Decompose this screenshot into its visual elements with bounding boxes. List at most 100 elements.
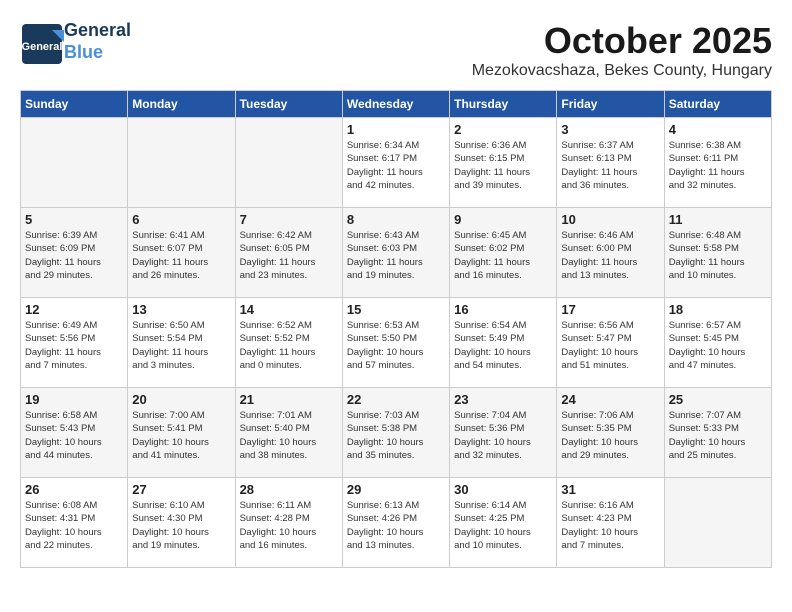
- day-number: 7: [240, 212, 338, 227]
- day-number: 25: [669, 392, 767, 407]
- calendar-cell: 18 Sunrise: 6:57 AM Sunset: 5:45 PM Dayli…: [664, 298, 771, 388]
- day-info: Sunrise: 7:07 AM Sunset: 5:33 PM Dayligh…: [669, 409, 767, 462]
- day-info: Sunrise: 6:38 AM Sunset: 6:11 PM Dayligh…: [669, 139, 767, 192]
- day-number: 14: [240, 302, 338, 317]
- calendar-cell: 21 Sunrise: 7:01 AM Sunset: 5:40 PM Dayli…: [235, 388, 342, 478]
- calendar-cell: 29 Sunrise: 6:13 AM Sunset: 4:26 PM Dayli…: [342, 478, 449, 568]
- day-info: Sunrise: 6:13 AM Sunset: 4:26 PM Dayligh…: [347, 499, 445, 552]
- calendar-cell: [235, 118, 342, 208]
- day-number: 30: [454, 482, 552, 497]
- logo: General General Blue: [20, 20, 131, 63]
- logo-text: General Blue: [64, 20, 131, 63]
- calendar-cell: 7 Sunrise: 6:42 AM Sunset: 6:05 PM Daylig…: [235, 208, 342, 298]
- day-number: 18: [669, 302, 767, 317]
- day-number: 15: [347, 302, 445, 317]
- day-header-saturday: Saturday: [664, 91, 771, 118]
- day-number: 27: [132, 482, 230, 497]
- day-number: 11: [669, 212, 767, 227]
- calendar-cell: [128, 118, 235, 208]
- calendar-cell: 2Sunrise: 6:36 AM Sunset: 6:15 PM Daylig…: [450, 118, 557, 208]
- day-number: 20: [132, 392, 230, 407]
- day-header-sunday: Sunday: [21, 91, 128, 118]
- calendar-cell: 19 Sunrise: 6:58 AM Sunset: 5:43 PM Dayli…: [21, 388, 128, 478]
- day-number: 29: [347, 482, 445, 497]
- page-header: General General Blue October 2025 Mezoko…: [20, 20, 772, 80]
- day-info: Sunrise: 6:56 AM Sunset: 5:47 PM Dayligh…: [561, 319, 659, 372]
- day-info: Sunrise: 6:50 AM Sunset: 5:54 PM Dayligh…: [132, 319, 230, 372]
- day-info: Sunrise: 6:37 AM Sunset: 6:13 PM Dayligh…: [561, 139, 659, 192]
- day-info: Sunrise: 6:48 AM Sunset: 5:58 PM Dayligh…: [669, 229, 767, 282]
- day-info: Sunrise: 6:53 AM Sunset: 5:50 PM Dayligh…: [347, 319, 445, 372]
- day-number: 5: [25, 212, 123, 227]
- calendar-cell: 3 Sunrise: 6:37 AM Sunset: 6:13 PM Daylig…: [557, 118, 664, 208]
- day-number: 26: [25, 482, 123, 497]
- calendar-week-row: 1 Sunrise: 6:34 AM Sunset: 6:17 PM Daylig…: [21, 118, 772, 208]
- calendar-week-row: 5Sunrise: 6:39 AM Sunset: 6:09 PM Daylig…: [21, 208, 772, 298]
- calendar-cell: 10 Sunrise: 6:46 AM Sunset: 6:00 PM Dayli…: [557, 208, 664, 298]
- day-number: 16: [454, 302, 552, 317]
- calendar-cell: 14Sunrise: 6:52 AM Sunset: 5:52 PM Dayli…: [235, 298, 342, 388]
- day-info: Sunrise: 6:58 AM Sunset: 5:43 PM Dayligh…: [25, 409, 123, 462]
- logo-icon: General: [20, 22, 60, 62]
- calendar-cell: 1 Sunrise: 6:34 AM Sunset: 6:17 PM Daylig…: [342, 118, 449, 208]
- day-info: Sunrise: 7:04 AM Sunset: 5:36 PM Dayligh…: [454, 409, 552, 462]
- day-info: Sunrise: 6:43 AM Sunset: 6:03 PM Dayligh…: [347, 229, 445, 282]
- day-number: 10: [561, 212, 659, 227]
- calendar-cell: 24 Sunrise: 7:06 AM Sunset: 5:35 PM Dayli…: [557, 388, 664, 478]
- calendar-week-row: 26 Sunrise: 6:08 AM Sunset: 4:31 PM Dayli…: [21, 478, 772, 568]
- day-info: Sunrise: 6:08 AM Sunset: 4:31 PM Dayligh…: [25, 499, 123, 552]
- calendar-cell: 11 Sunrise: 6:48 AM Sunset: 5:58 PM Dayli…: [664, 208, 771, 298]
- calendar-cell: 25 Sunrise: 7:07 AM Sunset: 5:33 PM Dayli…: [664, 388, 771, 478]
- day-info: Sunrise: 6:16 AM Sunset: 4:23 PM Dayligh…: [561, 499, 659, 552]
- day-info: Sunrise: 7:06 AM Sunset: 5:35 PM Dayligh…: [561, 409, 659, 462]
- month-title: October 2025: [472, 20, 772, 62]
- day-info: Sunrise: 6:14 AM Sunset: 4:25 PM Dayligh…: [454, 499, 552, 552]
- calendar-cell: 27 Sunrise: 6:10 AM Sunset: 4:30 PM Dayli…: [128, 478, 235, 568]
- day-number: 22: [347, 392, 445, 407]
- day-info: Sunrise: 6:57 AM Sunset: 5:45 PM Dayligh…: [669, 319, 767, 372]
- calendar-week-row: 19 Sunrise: 6:58 AM Sunset: 5:43 PM Dayli…: [21, 388, 772, 478]
- calendar-table: SundayMondayTuesdayWednesdayThursdayFrid…: [20, 90, 772, 568]
- calendar-cell: 15 Sunrise: 6:53 AM Sunset: 5:50 PM Dayli…: [342, 298, 449, 388]
- day-info: Sunrise: 6:46 AM Sunset: 6:00 PM Dayligh…: [561, 229, 659, 282]
- day-info: Sunrise: 6:34 AM Sunset: 6:17 PM Dayligh…: [347, 139, 445, 192]
- calendar-cell: 13 Sunrise: 6:50 AM Sunset: 5:54 PM Dayli…: [128, 298, 235, 388]
- calendar-cell: 8Sunrise: 6:43 AM Sunset: 6:03 PM Daylig…: [342, 208, 449, 298]
- day-info: Sunrise: 7:00 AM Sunset: 5:41 PM Dayligh…: [132, 409, 230, 462]
- calendar-cell: 4Sunrise: 6:38 AM Sunset: 6:11 PM Daylig…: [664, 118, 771, 208]
- title-block: October 2025 Mezokovacshaza, Bekes Count…: [472, 20, 772, 80]
- day-number: 3: [561, 122, 659, 137]
- day-number: 24: [561, 392, 659, 407]
- day-header-friday: Friday: [557, 91, 664, 118]
- day-info: Sunrise: 6:10 AM Sunset: 4:30 PM Dayligh…: [132, 499, 230, 552]
- calendar-cell: 12Sunrise: 6:49 AM Sunset: 5:56 PM Dayli…: [21, 298, 128, 388]
- day-info: Sunrise: 6:36 AM Sunset: 6:15 PM Dayligh…: [454, 139, 552, 192]
- day-number: 17: [561, 302, 659, 317]
- day-number: 1: [347, 122, 445, 137]
- day-info: Sunrise: 6:42 AM Sunset: 6:05 PM Dayligh…: [240, 229, 338, 282]
- day-number: 19: [25, 392, 123, 407]
- calendar-cell: 31Sunrise: 6:16 AM Sunset: 4:23 PM Dayli…: [557, 478, 664, 568]
- day-info: Sunrise: 6:45 AM Sunset: 6:02 PM Dayligh…: [454, 229, 552, 282]
- day-header-thursday: Thursday: [450, 91, 557, 118]
- day-info: Sunrise: 7:01 AM Sunset: 5:40 PM Dayligh…: [240, 409, 338, 462]
- day-number: 9: [454, 212, 552, 227]
- svg-text:General: General: [22, 41, 63, 53]
- day-info: Sunrise: 6:41 AM Sunset: 6:07 PM Dayligh…: [132, 229, 230, 282]
- calendar-cell: 20 Sunrise: 7:00 AM Sunset: 5:41 PM Dayli…: [128, 388, 235, 478]
- day-number: 6: [132, 212, 230, 227]
- calendar-cell: 17 Sunrise: 6:56 AM Sunset: 5:47 PM Dayli…: [557, 298, 664, 388]
- calendar-cell: 26 Sunrise: 6:08 AM Sunset: 4:31 PM Dayli…: [21, 478, 128, 568]
- calendar-cell: 28 Sunrise: 6:11 AM Sunset: 4:28 PM Dayli…: [235, 478, 342, 568]
- day-info: Sunrise: 6:54 AM Sunset: 5:49 PM Dayligh…: [454, 319, 552, 372]
- day-number: 13: [132, 302, 230, 317]
- day-info: Sunrise: 7:03 AM Sunset: 5:38 PM Dayligh…: [347, 409, 445, 462]
- calendar-cell: 22 Sunrise: 7:03 AM Sunset: 5:38 PM Dayli…: [342, 388, 449, 478]
- day-number: 21: [240, 392, 338, 407]
- calendar-cell: 16 Sunrise: 6:54 AM Sunset: 5:49 PM Dayli…: [450, 298, 557, 388]
- calendar-cell: 30 Sunrise: 6:14 AM Sunset: 4:25 PM Dayli…: [450, 478, 557, 568]
- day-info: Sunrise: 6:11 AM Sunset: 4:28 PM Dayligh…: [240, 499, 338, 552]
- calendar-header-row: SundayMondayTuesdayWednesdayThursdayFrid…: [21, 91, 772, 118]
- day-number: 28: [240, 482, 338, 497]
- calendar-cell: 6 Sunrise: 6:41 AM Sunset: 6:07 PM Daylig…: [128, 208, 235, 298]
